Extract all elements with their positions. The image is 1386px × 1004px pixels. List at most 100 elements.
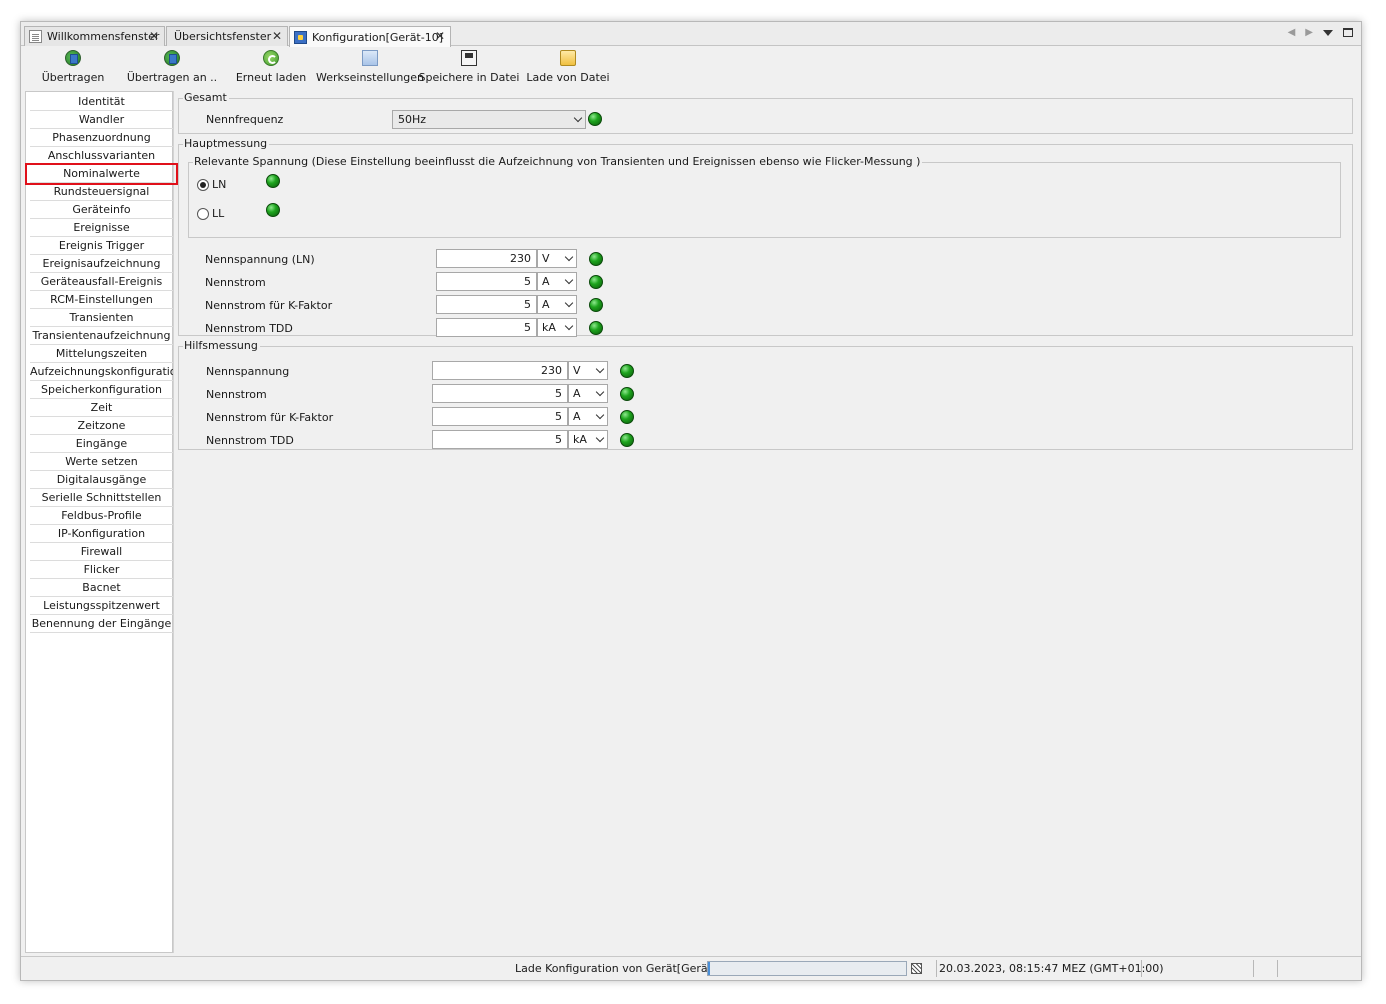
hilf-nennstrom-k-faktor-input[interactable]: 5 xyxy=(432,407,568,426)
unit-value: kA xyxy=(542,321,556,334)
sidebar-item-serielle-schnittstellen[interactable]: Serielle Schnittstellen xyxy=(30,489,173,507)
nennfrequenz-label: Nennfrequenz xyxy=(206,113,284,126)
sidebar-item-speicherkonfiguration[interactable]: Speicherkonfiguration xyxy=(30,381,173,399)
status-led-icon xyxy=(589,275,603,289)
scroll-right-icon[interactable]: ▶ xyxy=(1305,27,1313,38)
radio-ll-label: LL xyxy=(212,207,225,220)
status-message: Lade Konfiguration von Gerät[Gerät-9] xyxy=(515,962,728,975)
document-icon xyxy=(29,30,42,43)
sidebar-item-aufzeichnungskonfiguration[interactable]: Aufzeichnungskonfiguration xyxy=(30,363,184,381)
tab-konfiguration[interactable]: Konfiguration[Gerät-10] ✕ xyxy=(289,26,451,47)
unit-value: V xyxy=(573,364,581,377)
status-led-icon xyxy=(620,433,634,447)
chevron-down-icon xyxy=(564,321,574,331)
sidebar-item-benennung-der-eingänge[interactable]: Benennung der Eingänge xyxy=(30,615,173,633)
unit-select[interactable]: A xyxy=(537,295,577,314)
unit-value: A xyxy=(542,298,550,311)
radio-ln[interactable] xyxy=(197,179,209,191)
chevron-down-icon xyxy=(595,364,605,374)
sidebar-item-zeitzone[interactable]: Zeitzone xyxy=(30,417,173,435)
sidebar-item-flicker[interactable]: Flicker xyxy=(30,561,173,579)
sidebar-item-ereignisse[interactable]: Ereignisse xyxy=(30,219,173,237)
chevron-down-icon xyxy=(573,113,583,123)
sidebar-item-transienten[interactable]: Transienten xyxy=(30,309,173,327)
status-datetime: 20.03.2023, 08:15:47 MEZ (GMT+01:00) xyxy=(939,962,1164,975)
status-separator xyxy=(936,960,937,977)
field-label: Nennstrom xyxy=(205,276,266,289)
sidebar-item-bacnet[interactable]: Bacnet xyxy=(30,579,173,597)
sidebar-item-geräteausfall-ereignis[interactable]: Geräteausfall-Ereignis xyxy=(30,273,173,291)
close-icon[interactable]: ✕ xyxy=(149,29,159,43)
nennstrom-input[interactable]: 5 xyxy=(436,272,537,291)
tab-list-dropdown-icon[interactable] xyxy=(1323,29,1333,36)
sidebar-item-mittelungszeiten[interactable]: Mittelungszeiten xyxy=(30,345,173,363)
unit-select[interactable]: kA xyxy=(537,318,577,337)
nennstrom-tdd-input[interactable]: 5 xyxy=(436,318,537,337)
unit-select[interactable]: V xyxy=(568,361,608,380)
maximize-icon[interactable] xyxy=(1343,28,1353,37)
field-label: Nennstrom TDD xyxy=(206,434,294,447)
garbage-collect-icon[interactable] xyxy=(911,963,922,974)
toolbar-label: Lade von Datei xyxy=(526,71,610,84)
sidebar-item-zeit[interactable]: Zeit xyxy=(30,399,173,417)
load-from-file-button[interactable]: Lade von Datei xyxy=(526,50,610,84)
unit-select[interactable]: V xyxy=(537,249,577,268)
sidebar-item-digitalausgänge[interactable]: Digitalausgänge xyxy=(30,471,173,489)
unit-value: A xyxy=(542,275,550,288)
save-to-file-button[interactable]: Speichere in Datei xyxy=(419,50,520,84)
nennspannung-ln-input[interactable]: 230 xyxy=(436,249,537,268)
status-led-icon xyxy=(266,174,280,188)
unit-select[interactable]: A xyxy=(568,384,608,403)
unit-select[interactable]: A xyxy=(568,407,608,426)
chevron-down-icon xyxy=(564,298,574,308)
group-title: Hilfsmessung xyxy=(183,339,260,352)
unit-value: V xyxy=(542,252,550,265)
sidebar-item-identität[interactable]: Identität xyxy=(30,93,173,111)
sidebar-item-ereignis-trigger[interactable]: Ereignis Trigger xyxy=(30,237,173,255)
nennfrequenz-select[interactable]: 50Hz xyxy=(392,110,586,129)
hilf-nennstrom-input[interactable]: 5 xyxy=(432,384,568,403)
unit-select[interactable]: A xyxy=(537,272,577,291)
chevron-down-icon xyxy=(564,252,574,262)
reload-button[interactable]: Erneut laden xyxy=(236,50,306,84)
status-led-icon xyxy=(266,203,280,217)
chevron-down-icon xyxy=(564,275,574,285)
factory-settings-button[interactable]: Werkseinstellungen xyxy=(316,50,424,84)
sidebar-item-ereignisaufzeichnung[interactable]: Ereignisaufzeichnung xyxy=(30,255,173,273)
transfer-button[interactable]: Übertragen xyxy=(42,50,104,84)
scroll-left-icon[interactable]: ◀ xyxy=(1288,27,1296,38)
sidebar-item-phasenzuordnung[interactable]: Phasenzuordnung xyxy=(30,129,173,147)
sidebar-item-geräteinfo[interactable]: Geräteinfo xyxy=(30,201,173,219)
tab-willkommensfenster[interactable]: Willkommensfenster ✕ xyxy=(24,26,165,46)
tab-label: Willkommensfenster xyxy=(47,30,160,43)
radio-ll[interactable] xyxy=(197,208,209,220)
sidebar-item-rundsteuersignal[interactable]: Rundsteuersignal xyxy=(30,183,173,201)
nennstrom-k-faktor-input[interactable]: 5 xyxy=(436,295,537,314)
group-gesamt: Gesamt Nennfrequenz 50Hz xyxy=(178,92,1353,134)
hilf-nennstrom-tdd-input[interactable]: 5 xyxy=(432,430,568,449)
sidebar-item-rcm-einstellungen[interactable]: RCM-Einstellungen xyxy=(30,291,173,309)
field-label: Nennspannung (LN) xyxy=(205,253,315,266)
close-icon[interactable]: ✕ xyxy=(435,29,445,43)
status-led-icon xyxy=(620,364,634,378)
chevron-down-icon xyxy=(595,410,605,420)
sidebar-item-werte-setzen[interactable]: Werte setzen xyxy=(30,453,173,471)
tab-label: Übersichtsfenster xyxy=(174,30,272,43)
close-icon[interactable]: ✕ xyxy=(272,29,282,43)
selected-nav-highlight xyxy=(25,163,178,185)
sidebar-item-feldbus-profile[interactable]: Feldbus-Profile xyxy=(30,507,173,525)
transfer-to-button[interactable]: Übertragen an .. xyxy=(127,50,217,84)
group-relevante-spannung: Relevante Spannung (Diese Einstellung be… xyxy=(188,156,1341,238)
field-label: Nennstrom xyxy=(206,388,267,401)
tab-uebersichtsfenster[interactable]: Übersichtsfenster ✕ xyxy=(166,26,288,46)
config-navigation: Identität Wandler Phasenzuordnung Anschluss… xyxy=(25,91,184,953)
sidebar-item-leistungsspitzenwert[interactable]: Leistungsspitzenwert xyxy=(30,597,173,615)
sidebar-item-firewall[interactable]: Firewall xyxy=(30,543,173,561)
reload-icon xyxy=(263,50,279,66)
hilf-nennspannung-input[interactable]: 230 xyxy=(432,361,568,380)
sidebar-item-transientenaufzeichnung[interactable]: Transientenaufzeichnung xyxy=(30,327,173,345)
sidebar-item-eingänge[interactable]: Eingänge xyxy=(30,435,173,453)
unit-select[interactable]: kA xyxy=(568,430,608,449)
sidebar-item-wandler[interactable]: Wandler xyxy=(30,111,173,129)
sidebar-item-ip-konfiguration[interactable]: IP-Konfiguration xyxy=(30,525,173,543)
